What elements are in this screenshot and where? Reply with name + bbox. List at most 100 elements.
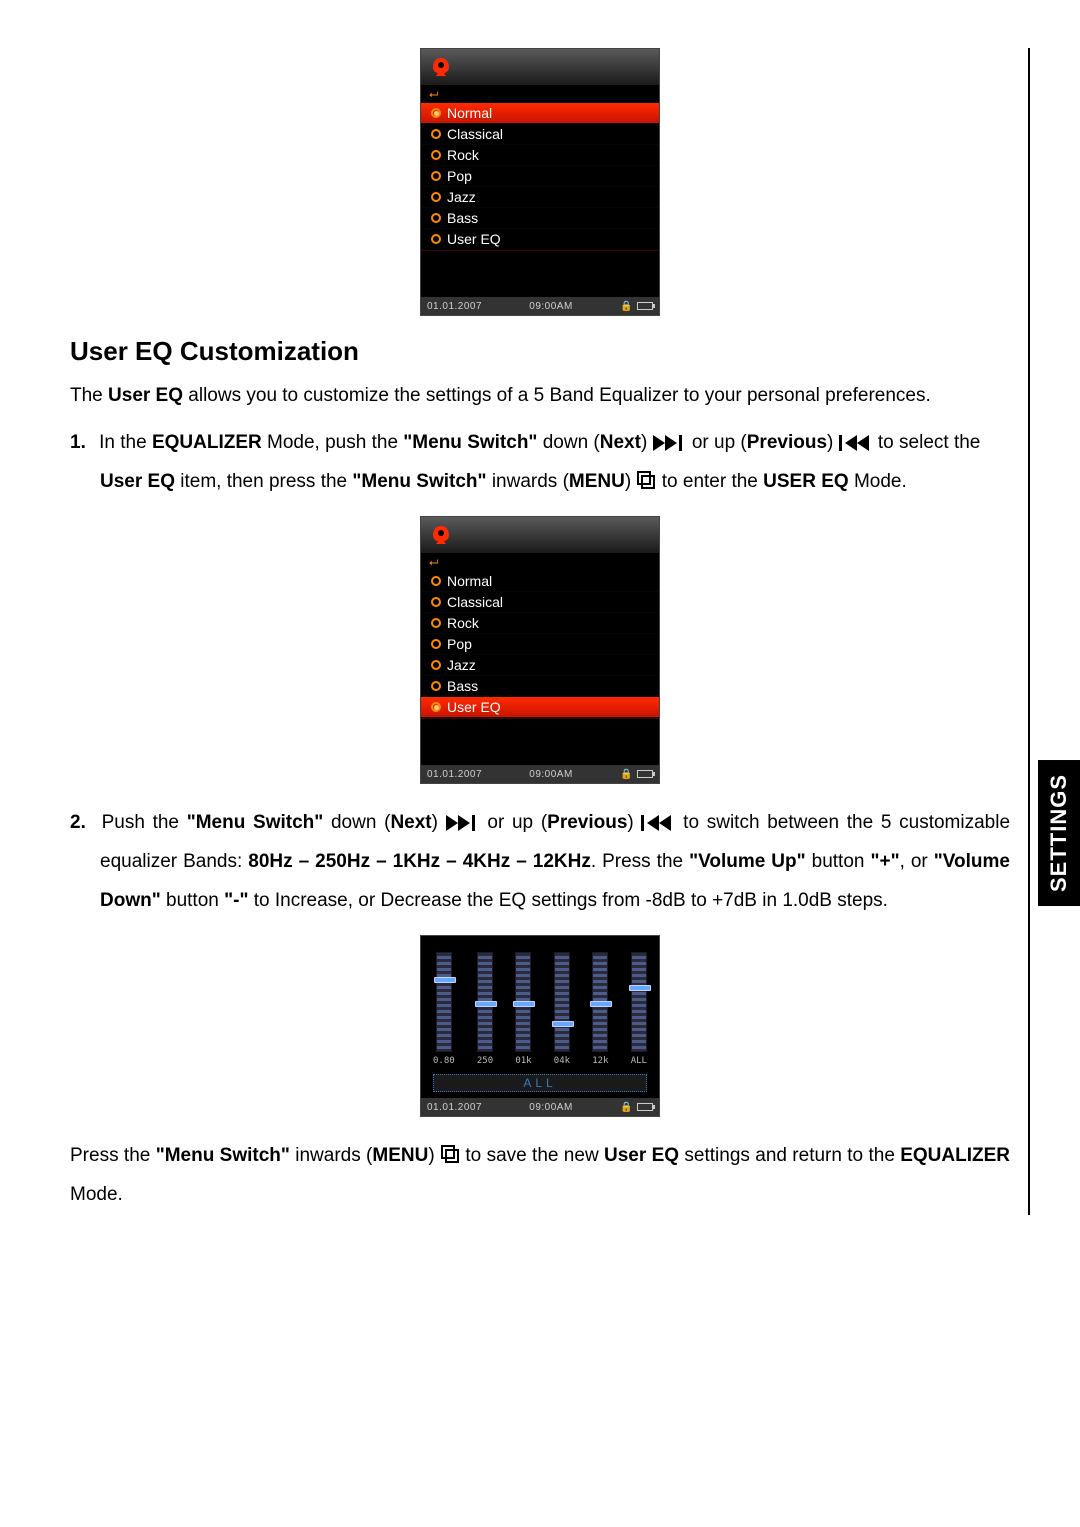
eq-band-label: 12k xyxy=(592,1056,608,1066)
text: inwards ( xyxy=(487,471,569,492)
text: , or xyxy=(900,851,934,872)
text-bold: User EQ xyxy=(108,385,183,406)
radio-icon xyxy=(431,681,441,691)
text-bold: "-" xyxy=(224,890,248,911)
eq-slider-thumb[interactable] xyxy=(590,1001,612,1007)
device-statusbar: 01.01.2007 09:00AM 🔒 xyxy=(421,1098,659,1116)
transcend-logo-icon xyxy=(429,55,453,79)
eq-slider-track[interactable] xyxy=(592,952,608,1052)
eq-item-pop[interactable]: Pop xyxy=(421,166,659,187)
text-bold: USER EQ xyxy=(763,471,849,492)
menu-icon xyxy=(636,471,656,492)
text: or up ( xyxy=(687,432,747,453)
eq-item-user-eq[interactable]: User EQ xyxy=(421,697,659,718)
text: ) xyxy=(428,1145,440,1166)
eq-band-0[interactable]: 0.80 xyxy=(433,952,455,1066)
eq-graph-area: 0.80 250 01k 04k 12k xyxy=(421,936,659,1098)
text: ) xyxy=(827,432,839,453)
eq-item-label: Pop xyxy=(447,168,472,184)
eq-item-bass[interactable]: Bass xyxy=(421,208,659,229)
device-eq-sliders: 0.80 250 01k 04k 12k xyxy=(420,935,660,1117)
eq-slider-thumb[interactable] xyxy=(629,985,651,991)
text: ) xyxy=(641,432,653,453)
text: settings and return to the xyxy=(679,1145,900,1166)
step-1: 1. In the EQUALIZER Mode, push the "Menu… xyxy=(70,424,1010,502)
status-icons: 🔒 xyxy=(620,1102,653,1113)
eq-band-label: ALL xyxy=(631,1056,647,1066)
eq-band-4[interactable]: 12k xyxy=(592,952,608,1066)
eq-item-rock[interactable]: Rock xyxy=(421,613,659,634)
text: button xyxy=(806,851,871,872)
eq-bands-row: 0.80 250 01k 04k 12k xyxy=(433,946,647,1066)
status-date: 01.01.2007 xyxy=(427,1102,482,1113)
eq-slider-thumb[interactable] xyxy=(434,977,456,983)
eq-list: Normal Classical Rock Pop Jazz Bass User… xyxy=(421,103,659,250)
eq-item-jazz[interactable]: Jazz xyxy=(421,655,659,676)
text-bold: User EQ xyxy=(100,471,175,492)
back-row: ⮠ xyxy=(421,85,659,103)
eq-item-label: User EQ xyxy=(447,699,501,715)
text: ) xyxy=(432,812,446,833)
eq-item-label: Jazz xyxy=(447,189,476,205)
eq-item-label: Normal xyxy=(447,105,492,121)
eq-item-classical[interactable]: Classical xyxy=(421,124,659,145)
eq-slider-track[interactable] xyxy=(436,952,452,1052)
eq-slider-track[interactable] xyxy=(477,952,493,1052)
eq-slider-track[interactable] xyxy=(554,952,570,1052)
eq-item-normal[interactable]: Normal xyxy=(421,103,659,124)
eq-item-classical[interactable]: Classical xyxy=(421,592,659,613)
eq-slider-thumb[interactable] xyxy=(513,1001,535,1007)
text-bold: "Menu Switch" xyxy=(352,471,486,492)
radio-icon xyxy=(431,576,441,586)
previous-icon xyxy=(641,812,675,833)
eq-all-label: ALL xyxy=(433,1074,647,1092)
battery-icon xyxy=(637,770,653,778)
lock-icon: 🔒 xyxy=(620,1102,633,1113)
status-time: 09:00AM xyxy=(529,769,573,780)
eq-item-label: Rock xyxy=(447,615,479,631)
eq-band-all[interactable]: ALL xyxy=(631,952,647,1066)
eq-item-label: Pop xyxy=(447,636,472,652)
right-margin-rule xyxy=(1028,48,1030,1215)
battery-icon xyxy=(637,302,653,310)
eq-slider-thumb[interactable] xyxy=(552,1021,574,1027)
eq-item-rock[interactable]: Rock xyxy=(421,145,659,166)
text: The xyxy=(70,385,108,406)
eq-slider-track[interactable] xyxy=(515,952,531,1052)
text-bold: MENU xyxy=(569,471,625,492)
text: . Press the xyxy=(591,851,689,872)
device-titlebar xyxy=(421,49,659,85)
status-date: 01.01.2007 xyxy=(427,301,482,312)
text: to select the xyxy=(873,432,981,453)
device-statusbar: 01.01.2007 09:00AM 🔒 xyxy=(421,297,659,315)
eq-band-label: 0.80 xyxy=(433,1056,455,1066)
radio-icon xyxy=(431,213,441,223)
previous-icon xyxy=(839,432,873,453)
text: ) xyxy=(625,471,637,492)
eq-band-2[interactable]: 01k xyxy=(515,952,531,1066)
eq-item-user-eq[interactable]: User EQ xyxy=(421,229,659,250)
eq-item-jazz[interactable]: Jazz xyxy=(421,187,659,208)
eq-band-1[interactable]: 250 xyxy=(477,952,493,1066)
eq-band-3[interactable]: 04k xyxy=(554,952,570,1066)
step-number: 1. xyxy=(70,432,86,453)
status-time: 09:00AM xyxy=(529,301,573,312)
device-titlebar xyxy=(421,517,659,553)
text: button xyxy=(161,890,224,911)
final-paragraph: Press the "Menu Switch" inwards (MENU) t… xyxy=(70,1137,1010,1215)
text: Mode. xyxy=(70,1184,123,1205)
eq-item-bass[interactable]: Bass xyxy=(421,676,659,697)
eq-item-pop[interactable]: Pop xyxy=(421,634,659,655)
text: down ( xyxy=(323,812,390,833)
radio-icon xyxy=(431,639,441,649)
eq-item-normal[interactable]: Normal xyxy=(421,571,659,592)
eq-band-label: 250 xyxy=(477,1056,493,1066)
transcend-logo-icon xyxy=(429,523,453,547)
text: item, then press the xyxy=(175,471,352,492)
status-icons: 🔒 xyxy=(620,769,653,780)
text-bold: 80Hz – 250Hz – 1KHz – 4KHz – 12KHz xyxy=(248,851,591,872)
radio-icon xyxy=(431,108,441,118)
eq-slider-track[interactable] xyxy=(631,952,647,1052)
eq-item-label: Jazz xyxy=(447,657,476,673)
eq-slider-thumb[interactable] xyxy=(475,1001,497,1007)
